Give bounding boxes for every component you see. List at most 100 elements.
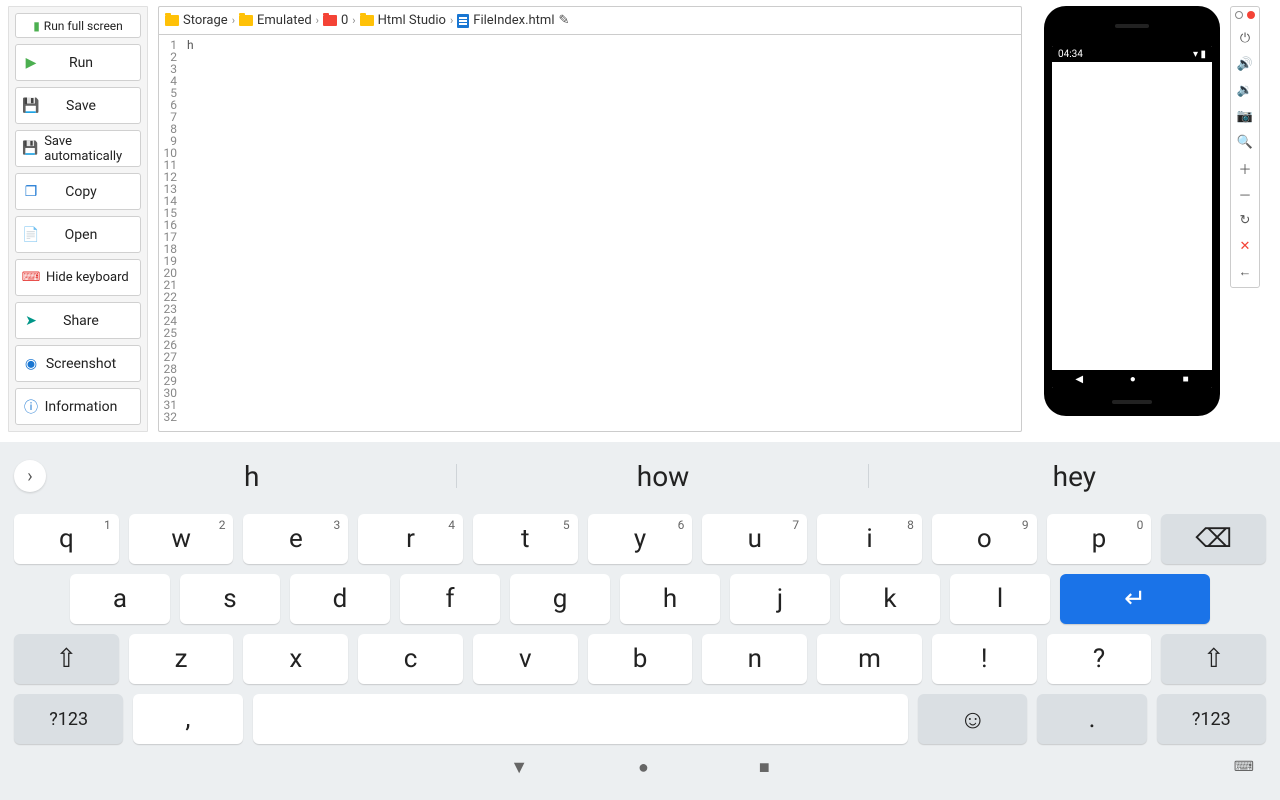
sys-home-icon[interactable]: ●: [638, 757, 649, 778]
chevron-right-icon: ›: [316, 14, 319, 27]
suggestion[interactable]: h: [46, 460, 457, 493]
key-n[interactable]: n: [702, 634, 807, 684]
key-![interactable]: !: [932, 634, 1037, 684]
key-.[interactable]: .: [1037, 694, 1146, 744]
key-z[interactable]: z: [129, 634, 234, 684]
run-label: Run: [28, 55, 134, 71]
symbols-key[interactable]: ?123: [1157, 694, 1266, 744]
breadcrumb[interactable]: Storage›Emulated›0›Html Studio›FileIndex…: [159, 7, 1021, 35]
screenshot-label: Screenshot: [28, 356, 134, 372]
key-l[interactable]: l: [950, 574, 1050, 624]
phone-preview: 04:34 ▾ ▮ ◀ ● ■: [1044, 6, 1220, 416]
run-fullscreen-button[interactable]: ▮ Run full screen: [15, 13, 141, 38]
key-,[interactable]: ,: [133, 694, 242, 744]
copy-label: Copy: [28, 184, 134, 200]
key-r[interactable]: r4: [358, 514, 463, 564]
breadcrumb-file[interactable]: FileIndex.html: [457, 13, 554, 28]
open-button[interactable]: 📄 Open: [15, 216, 141, 253]
close-icon[interactable]: ✕: [1236, 237, 1254, 255]
run-fullscreen-label: Run full screen: [44, 19, 123, 33]
breadcrumb-folder[interactable]: Emulated: [239, 13, 312, 28]
phone-recent-icon[interactable]: ■: [1183, 374, 1189, 385]
minus-icon[interactable]: －: [1236, 185, 1254, 203]
folder-icon: [323, 15, 337, 26]
key-q[interactable]: q1: [14, 514, 119, 564]
breadcrumb-folder[interactable]: 0: [323, 13, 348, 28]
key-v[interactable]: v: [473, 634, 578, 684]
zoom-icon[interactable]: 🔍: [1236, 133, 1254, 151]
key-k[interactable]: k: [840, 574, 940, 624]
key-h[interactable]: h: [620, 574, 720, 624]
volume-up-icon[interactable]: 🔊: [1236, 55, 1254, 73]
chevron-right-icon: ›: [450, 14, 453, 27]
sys-recent-icon[interactable]: ■: [759, 757, 770, 778]
volume-down-icon[interactable]: 🔉: [1236, 81, 1254, 99]
symbols-key[interactable]: ?123: [14, 694, 123, 744]
key-w[interactable]: w2: [129, 514, 234, 564]
code-area[interactable]: h: [181, 35, 1021, 431]
phone-navbar: ◀ ● ■: [1052, 370, 1212, 388]
shift-key[interactable]: ⇧: [14, 634, 119, 684]
reload-icon[interactable]: ↻: [1236, 211, 1254, 229]
information-button[interactable]: ⓘ Information: [15, 388, 141, 425]
suggestion-expand-icon[interactable]: ›: [14, 460, 46, 492]
window-minimize-icon[interactable]: [1235, 11, 1243, 19]
screenshot-button[interactable]: ◉ Screenshot: [15, 345, 141, 382]
key-x[interactable]: x: [243, 634, 348, 684]
key-s[interactable]: s: [180, 574, 280, 624]
key-?[interactable]: ?: [1047, 634, 1152, 684]
keyboard-hide-icon[interactable]: ⌨: [1234, 759, 1254, 775]
shift-key[interactable]: ⇧: [1161, 634, 1266, 684]
copy-button[interactable]: ❐ Copy: [15, 173, 141, 210]
suggestion[interactable]: hey: [869, 460, 1280, 493]
breadcrumb-folder[interactable]: Storage: [165, 13, 228, 28]
emulator-toolbar: ⏻ 🔊 🔉 📷 🔍 ＋ － ↻ ✕ ←: [1230, 6, 1260, 288]
soft-keyboard: › hhowhey q1w2e3r4t5y6u7i8o9p0⌫ asdfghjk…: [0, 442, 1280, 800]
window-close-icon[interactable]: [1247, 11, 1255, 19]
key-y[interactable]: y6: [588, 514, 693, 564]
plus-icon[interactable]: ＋: [1236, 159, 1254, 177]
key-f[interactable]: f: [400, 574, 500, 624]
backspace-key[interactable]: ⌫: [1161, 514, 1266, 564]
run-button[interactable]: ▶ Run: [15, 44, 141, 81]
key-j[interactable]: j: [730, 574, 830, 624]
line-gutter: 1234567891011121314151617181920212223242…: [159, 35, 181, 431]
key-o[interactable]: o9: [932, 514, 1037, 564]
key-p[interactable]: p0: [1047, 514, 1152, 564]
key-u[interactable]: u7: [702, 514, 807, 564]
key-g[interactable]: g: [510, 574, 610, 624]
keyboard-icon: ⌨: [22, 270, 40, 285]
phone-time: 04:34: [1058, 49, 1083, 60]
key-i[interactable]: i8: [817, 514, 922, 564]
phone-home-icon[interactable]: ●: [1130, 374, 1136, 385]
breadcrumb-folder[interactable]: Html Studio: [360, 13, 446, 28]
space-key[interactable]: [253, 694, 909, 744]
breadcrumb-label: 0: [341, 13, 348, 28]
save-button[interactable]: 💾 Save: [15, 87, 141, 124]
sys-back-icon[interactable]: ▼: [510, 757, 528, 778]
breadcrumb-label: Emulated: [257, 13, 312, 28]
code-line: h: [187, 39, 1021, 51]
edit-icon[interactable]: ✎: [558, 13, 569, 28]
key-d[interactable]: d: [290, 574, 390, 624]
share-button[interactable]: ➤ Share: [15, 302, 141, 339]
camera-snap-icon[interactable]: 📷: [1236, 107, 1254, 125]
power-icon[interactable]: ⏻: [1236, 29, 1254, 47]
editor: Storage›Emulated›0›Html Studio›FileIndex…: [158, 6, 1022, 432]
key-t[interactable]: t5: [473, 514, 578, 564]
hide-keyboard-button[interactable]: ⌨ Hide keyboard: [15, 259, 141, 296]
key-e[interactable]: e3: [243, 514, 348, 564]
back-icon[interactable]: ←: [1236, 263, 1254, 281]
phone-status-icons: ▾ ▮: [1193, 49, 1206, 60]
emoji-key[interactable]: ☺: [918, 694, 1027, 744]
information-label: Information: [28, 399, 134, 415]
key-c[interactable]: c: [358, 634, 463, 684]
key-m[interactable]: m: [817, 634, 922, 684]
suggestion[interactable]: how: [457, 460, 868, 493]
save-auto-button[interactable]: 💾 Save automatically: [15, 130, 141, 167]
key-a[interactable]: a: [70, 574, 170, 624]
phone-pill: [1112, 400, 1152, 404]
phone-back-icon[interactable]: ◀: [1075, 374, 1083, 385]
key-b[interactable]: b: [588, 634, 693, 684]
enter-key[interactable]: ↵: [1060, 574, 1210, 624]
